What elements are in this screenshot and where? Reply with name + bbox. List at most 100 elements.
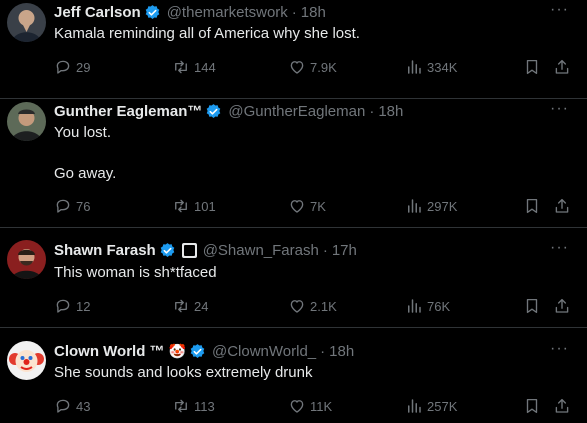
share-button[interactable]	[553, 396, 571, 416]
bookmark-button[interactable]	[523, 57, 541, 77]
tweet[interactable]: Clown World ™ 🤡 @ClownWorld_ · 18h ··· S…	[0, 328, 587, 423]
separator-dot: ·	[291, 3, 297, 21]
reply-count: 43	[76, 398, 91, 414]
share-icon	[555, 398, 569, 413]
repost-button[interactable]: 24	[172, 296, 208, 316]
share-button[interactable]	[553, 57, 571, 77]
more-icon[interactable]: ···	[550, 341, 569, 357]
bookmark-icon	[526, 198, 538, 214]
tweet-text-line: Go away.	[54, 165, 117, 182]
bookmark-icon	[526, 398, 538, 414]
tweet-text: You lost. Go away.	[54, 123, 116, 184]
verified-badge-icon	[205, 103, 222, 120]
bookmark-icon	[526, 298, 538, 314]
tweet-text-line: This woman is sh*tfaced	[54, 264, 217, 281]
tweet-header: Gunther Eagleman™ @GuntherEagleman · 18h	[54, 101, 403, 121]
handle[interactable]: @GuntherEagleman	[228, 103, 365, 120]
reply-button[interactable]: 76	[54, 196, 90, 216]
avatar[interactable]	[7, 341, 46, 380]
more-icon[interactable]: ···	[550, 101, 569, 117]
timestamp[interactable]: 18h	[301, 4, 326, 21]
repost-button[interactable]: 101	[172, 196, 216, 216]
heart-icon	[290, 400, 304, 413]
reply-button[interactable]: 43	[54, 396, 90, 416]
like-count: 11K	[310, 398, 333, 414]
like-button[interactable]: 11K	[288, 396, 332, 416]
views-count: 297K	[427, 198, 458, 214]
reply-icon	[56, 60, 70, 74]
like-button[interactable]: 2.1K	[288, 296, 337, 316]
views-button[interactable]: 334K	[405, 57, 457, 77]
heart-icon	[290, 300, 304, 313]
verified-badge-icon	[189, 343, 206, 360]
views-icon	[408, 199, 421, 213]
action-bar: 76 101 7K 297K	[0, 196, 587, 216]
like-count: 7K	[310, 198, 326, 214]
repost-count: 113	[194, 398, 215, 414]
tweet[interactable]: Jeff Carlson @themarketswork · 18h ··· K…	[0, 0, 587, 99]
share-button[interactable]	[553, 196, 571, 216]
bookmark-button[interactable]	[523, 396, 541, 416]
display-name[interactable]: Shawn Farash	[54, 242, 156, 259]
handle[interactable]: @ClownWorld_	[212, 343, 316, 360]
repost-button[interactable]: 144	[172, 57, 216, 77]
avatar[interactable]	[7, 3, 46, 42]
repost-button[interactable]: 113	[172, 396, 215, 416]
tweet-text: She sounds and looks extremely drunk	[54, 363, 312, 383]
share-button[interactable]	[553, 296, 571, 316]
views-icon	[408, 60, 421, 74]
reply-count: 12	[76, 298, 91, 314]
separator-dot: ·	[320, 342, 326, 360]
tweet-header: Clown World ™ 🤡 @ClownWorld_ · 18h	[54, 341, 354, 361]
repost-icon	[175, 199, 187, 213]
reply-button[interactable]: 12	[54, 296, 90, 316]
separator-dot: ·	[322, 241, 328, 259]
repost-count: 101	[194, 198, 216, 214]
tweet-text-line: She sounds and looks extremely drunk	[54, 364, 313, 381]
display-name[interactable]: Gunther Eagleman™	[54, 103, 202, 120]
verified-badge-icon	[144, 4, 161, 21]
timestamp[interactable]: 17h	[332, 242, 357, 259]
handle[interactable]: @themarketswork	[167, 4, 288, 21]
views-button[interactable]: 257K	[405, 396, 457, 416]
separator-dot: ·	[369, 102, 375, 120]
timestamp[interactable]: 18h	[378, 103, 403, 120]
share-icon	[555, 298, 569, 313]
reply-count: 76	[76, 198, 91, 214]
reply-icon	[56, 199, 70, 213]
display-name[interactable]: Jeff Carlson	[54, 4, 141, 21]
bookmark-icon	[526, 59, 538, 75]
display-name[interactable]: Clown World ™	[54, 343, 165, 360]
bookmark-button[interactable]	[523, 296, 541, 316]
avatar[interactable]	[7, 240, 46, 279]
tweet[interactable]: Gunther Eagleman™ @GuntherEagleman · 18h…	[0, 99, 587, 228]
action-bar: 29 144 7.9K 334K	[0, 57, 587, 77]
action-bar: 43 113 11K 257K	[0, 396, 587, 416]
more-icon[interactable]: ···	[550, 2, 569, 18]
bookmark-button[interactable]	[523, 196, 541, 216]
reply-icon	[56, 399, 70, 413]
tweet[interactable]: Shawn Farash @Shawn_Farash · 17h ··· Thi…	[0, 228, 587, 328]
timestamp[interactable]: 18h	[329, 343, 354, 360]
action-bar: 12 24 2.1K 76K	[0, 296, 587, 316]
repost-icon	[175, 399, 187, 413]
like-button[interactable]: 7.9K	[288, 57, 337, 77]
heart-icon	[290, 200, 304, 213]
views-button[interactable]: 76K	[405, 296, 450, 316]
handle[interactable]: @Shawn_Farash	[203, 242, 319, 259]
reply-icon	[56, 299, 70, 313]
reply-button[interactable]: 29	[54, 57, 90, 77]
avatar[interactable]	[7, 102, 46, 141]
more-icon[interactable]: ···	[550, 240, 569, 256]
affiliate-badge-icon[interactable]	[181, 242, 197, 258]
tweet-text: Kamala reminding all of America why she …	[54, 24, 360, 44]
like-count: 2.1K	[310, 298, 337, 314]
tweet-text-line: Kamala reminding all of America why she …	[54, 25, 360, 42]
repost-icon	[175, 60, 187, 74]
reply-feed: Jeff Carlson @themarketswork · 18h ··· K…	[0, 0, 587, 423]
like-button[interactable]: 7K	[288, 196, 326, 216]
views-button[interactable]: 297K	[405, 196, 457, 216]
views-icon	[408, 299, 421, 313]
repost-count: 24	[194, 298, 209, 314]
share-icon	[555, 59, 569, 74]
